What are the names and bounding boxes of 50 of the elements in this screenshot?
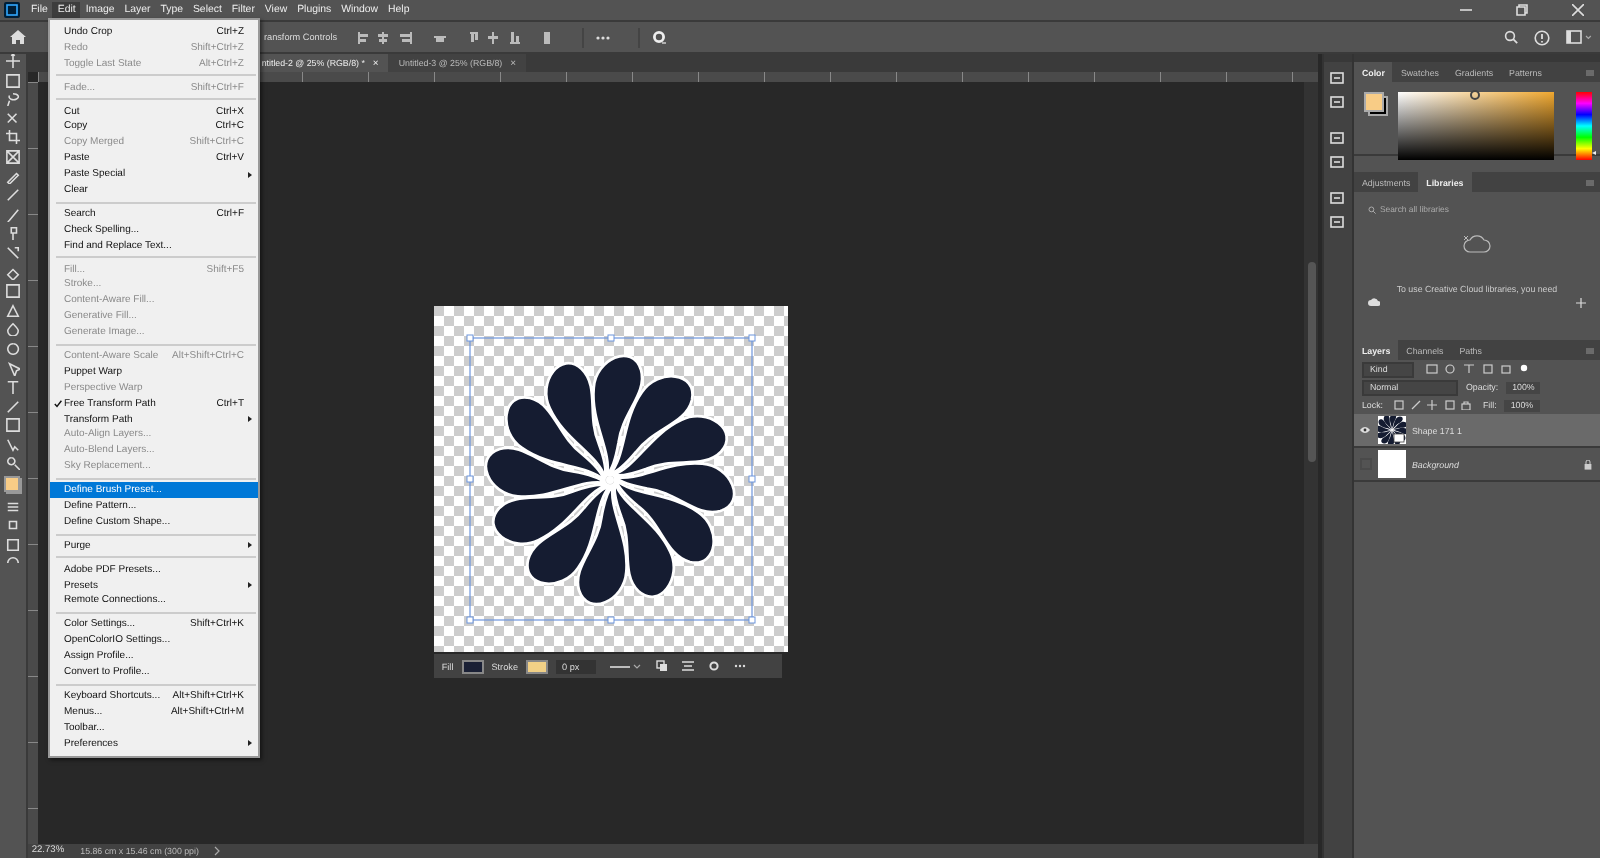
tool-icon[interactable] bbox=[5, 73, 20, 88]
tool-icon[interactable] bbox=[5, 456, 20, 471]
hue-slider[interactable] bbox=[1575, 92, 1592, 160]
vertical-scrollbar[interactable] bbox=[1304, 82, 1319, 844]
color-field[interactable] bbox=[1397, 92, 1554, 160]
workspace-icon[interactable] bbox=[1566, 30, 1592, 44]
eye-icon[interactable] bbox=[1360, 426, 1371, 434]
panel-icon[interactable] bbox=[1330, 72, 1347, 86]
minimize-icon[interactable] bbox=[1460, 4, 1472, 16]
app-logo-icon bbox=[4, 2, 20, 18]
color-swatches[interactable] bbox=[1363, 92, 1388, 116]
layer-filter-icons-drawing[interactable] bbox=[1425, 364, 1530, 374]
tool-icon[interactable] bbox=[5, 92, 20, 107]
home-icon[interactable] bbox=[10, 30, 26, 44]
layer-thumbnail bbox=[1377, 450, 1406, 478]
panel-icon[interactable] bbox=[1330, 216, 1347, 230]
restore-icon[interactable] bbox=[1516, 4, 1528, 16]
tool-icon[interactable] bbox=[5, 499, 20, 514]
distribute-icons-drawing[interactable] bbox=[469, 31, 554, 43]
search-icon[interactable] bbox=[1504, 30, 1518, 44]
color-swatches[interactable] bbox=[3, 476, 22, 495]
panel-icon[interactable] bbox=[1330, 132, 1347, 146]
cloud-icon[interactable] bbox=[1367, 298, 1380, 306]
search-icon bbox=[1367, 205, 1376, 213]
fill-swatch[interactable] bbox=[461, 659, 484, 673]
path-operations-icon[interactable] bbox=[655, 660, 668, 672]
settings-icon[interactable] bbox=[651, 30, 666, 44]
close-icon[interactable] bbox=[1572, 4, 1584, 16]
chevron-right-icon[interactable] bbox=[214, 846, 221, 856]
add-icon[interactable] bbox=[1575, 298, 1586, 308]
help-icon[interactable] bbox=[1534, 29, 1550, 45]
bounding-box[interactable] bbox=[466, 334, 756, 624]
cloud-disconnected-icon bbox=[1461, 234, 1492, 258]
tool-icon[interactable] bbox=[5, 111, 20, 126]
line-style-dropdown[interactable] bbox=[609, 661, 642, 671]
tool-icon[interactable] bbox=[5, 245, 20, 260]
panel-icon[interactable] bbox=[1330, 96, 1347, 110]
stroke-swatch[interactable] bbox=[526, 659, 548, 673]
tool-icon[interactable] bbox=[5, 380, 20, 395]
tool-icon[interactable] bbox=[5, 207, 20, 222]
settings-icon[interactable] bbox=[707, 660, 720, 672]
tool-icon[interactable] bbox=[5, 130, 20, 145]
layer-thumbnail bbox=[1377, 416, 1406, 444]
tool-icon[interactable] bbox=[5, 226, 20, 241]
tool-icon[interactable] bbox=[5, 149, 20, 164]
panel-icon[interactable] bbox=[1330, 156, 1347, 170]
align-icon[interactable] bbox=[681, 660, 694, 672]
panel-icon[interactable] bbox=[1330, 192, 1347, 206]
lock-options-icons-drawing[interactable] bbox=[1394, 400, 1475, 410]
tool-icon[interactable] bbox=[5, 54, 20, 68]
